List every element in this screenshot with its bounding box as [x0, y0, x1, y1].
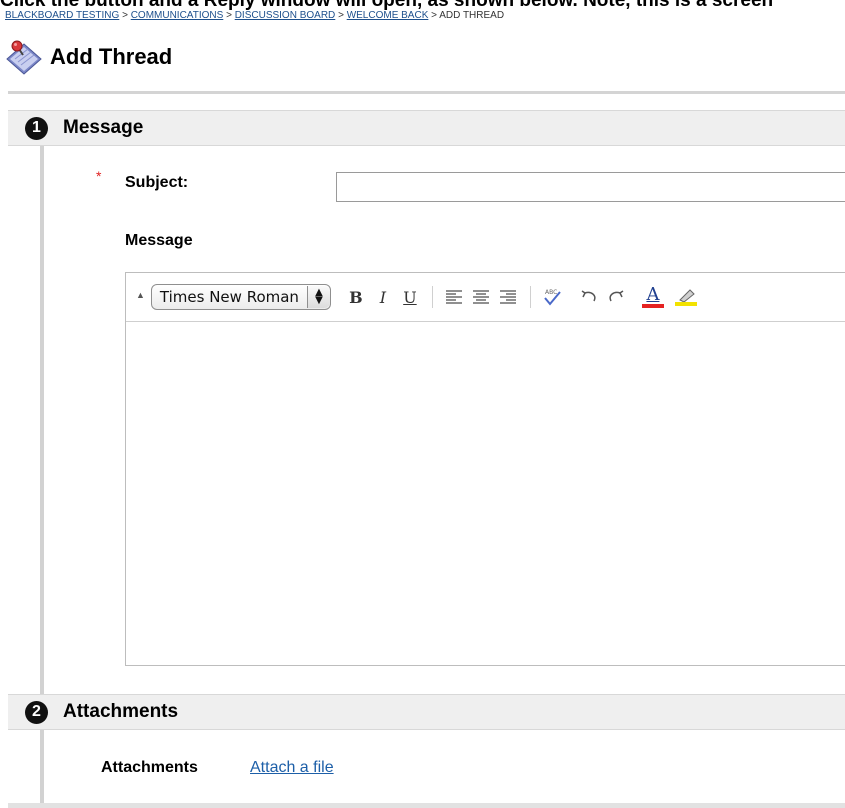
align-right-icon[interactable] [495, 284, 521, 310]
italic-button[interactable]: I [370, 284, 396, 310]
section-title-attachments: Attachments [63, 701, 179, 722]
bottom-divider [8, 803, 845, 808]
page-header: Add Thread [4, 32, 172, 82]
breadcrumb-link-course[interactable]: BLACKBOARD TESTING [5, 10, 119, 21]
section-header-attachments: 2 Attachments [8, 694, 845, 730]
breadcrumb-separator: > [226, 10, 232, 21]
clipped-instruction-text: Click the button and a Reply window will… [0, 0, 845, 10]
breadcrumb-link-discussion-board[interactable]: DISCUSSION BOARD [235, 10, 336, 21]
step-number-badge: 2 [25, 700, 48, 724]
breadcrumb-separator: > [338, 10, 344, 21]
breadcrumb-separator: > [431, 10, 437, 21]
svg-text:ABC: ABC [545, 289, 557, 296]
text-color-icon[interactable]: A [640, 284, 666, 310]
breadcrumb-separator: > [122, 10, 128, 21]
required-marker: * [96, 168, 102, 184]
message-editor-area[interactable] [126, 322, 845, 665]
align-left-icon[interactable] [441, 284, 467, 310]
collapse-toolbar-icon[interactable]: ▲ [136, 290, 145, 300]
breadcrumb-link-forum[interactable]: WELCOME BACK [347, 10, 429, 21]
attach-file-link[interactable]: Attach a file [250, 759, 334, 777]
breadcrumb: BLACKBOARD TESTING > COMMUNICATIONS > DI… [5, 10, 504, 21]
subject-label: Subject: [125, 174, 189, 191]
font-family-value: Times New Roman [159, 288, 299, 306]
highlight-color-icon[interactable] [673, 284, 699, 310]
toolbar-separator [431, 286, 433, 308]
subject-input[interactable] [336, 172, 845, 202]
select-arrows-icon: ▲ ▼ [306, 286, 330, 308]
rich-text-editor: ▲ Times New Roman ▲ ▼ B I U ABC A [125, 272, 845, 666]
editor-toolbar: ▲ Times New Roman ▲ ▼ B I U ABC A [126, 273, 845, 322]
header-divider [8, 91, 845, 94]
spellcheck-icon[interactable]: ABC [539, 284, 565, 310]
undo-icon[interactable] [576, 284, 602, 310]
section-header-message: 1 Message [8, 110, 845, 146]
toolbar-separator [529, 286, 531, 308]
step-number-badge: 1 [25, 116, 48, 140]
page-title: Add Thread [50, 44, 173, 69]
redo-icon[interactable] [603, 284, 629, 310]
section-side-rule [40, 730, 44, 803]
attachments-label: Attachments [101, 759, 198, 776]
font-family-select[interactable]: Times New Roman ▲ ▼ [150, 284, 331, 310]
message-label: Message [125, 232, 193, 249]
breadcrumb-current: ADD THREAD [439, 10, 505, 21]
breadcrumb-link-communications[interactable]: COMMUNICATIONS [131, 10, 224, 21]
section-side-rule [40, 146, 44, 694]
section-title-message: Message [63, 117, 144, 138]
bold-button[interactable]: B [343, 284, 369, 310]
pushpin-document-icon [6, 40, 42, 75]
align-center-icon[interactable] [468, 284, 494, 310]
underline-button[interactable]: U [397, 284, 423, 310]
